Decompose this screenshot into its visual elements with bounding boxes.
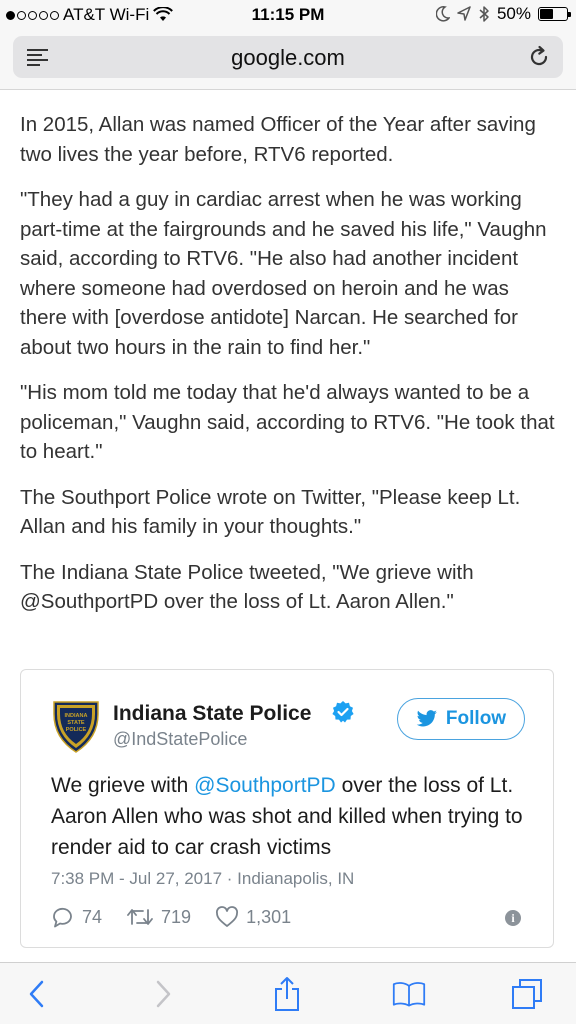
tabs-button[interactable] — [510, 977, 544, 1011]
tweet-mention-link[interactable]: @SouthportPD — [194, 774, 336, 797]
svg-text:STATE: STATE — [67, 720, 85, 726]
location-icon — [457, 6, 471, 21]
forward-icon — [156, 980, 171, 1008]
reload-icon[interactable] — [527, 45, 551, 69]
reply-action[interactable]: 74 — [51, 906, 102, 928]
tweet-author-name[interactable]: Indiana State Police — [113, 702, 311, 726]
status-bar: AT&T Wi-Fi 11:15 PM 50% — [0, 0, 576, 30]
share-icon — [275, 977, 299, 1011]
battery-icon — [538, 7, 571, 21]
article-paragraph: "His mom told me today that he'd always … — [20, 381, 555, 463]
tweet-actions: 74 719 1,301 — [51, 906, 315, 928]
info-icon[interactable]: i — [505, 910, 521, 926]
retweet-action[interactable]: 719 — [126, 907, 191, 928]
tweet-timestamp[interactable]: 7:38 PM - Jul 27, 2017 · Indianapolis, I… — [51, 869, 354, 889]
article-paragraph: "They had a guy in cardiac arrest when h… — [20, 188, 547, 359]
tweet-text: We grieve with @SouthportPD over the los… — [51, 770, 531, 863]
svg-text:POLICE: POLICE — [66, 727, 87, 733]
twitter-bird-icon — [416, 710, 437, 727]
back-icon — [29, 980, 44, 1008]
tweet-author-handle[interactable]: @IndStatePolice — [113, 729, 247, 750]
article-paragraph: The Southport Police wrote on Twitter, "… — [20, 485, 521, 539]
retweet-icon — [127, 909, 153, 925]
reply-count: 74 — [82, 906, 103, 927]
bookmarks-button[interactable] — [392, 977, 426, 1011]
bookmarks-icon — [392, 982, 426, 1007]
like-count: 1,301 — [246, 906, 292, 927]
status-right-group: 50% — [435, 4, 571, 24]
tweet-text-start: We grieve with — [51, 774, 195, 797]
article-paragraph: In 2015, Allan was named Officer of the … — [20, 113, 536, 166]
forward-button[interactable] — [146, 977, 180, 1011]
reply-icon — [53, 907, 72, 928]
verified-badge-icon — [332, 701, 354, 723]
address-bar[interactable]: google.com — [13, 36, 563, 78]
moon-icon — [435, 6, 450, 22]
share-button[interactable] — [270, 977, 304, 1011]
article-body: In 2015, Allan was named Officer of the … — [20, 110, 560, 633]
article-paragraph: The Indiana State Police tweeted, "We gr… — [20, 560, 474, 614]
browser-header: google.com — [0, 30, 576, 90]
battery-percent: 50% — [496, 4, 531, 23]
retweet-count: 719 — [161, 906, 192, 927]
follow-button[interactable]: Follow — [397, 698, 525, 740]
back-button[interactable] — [20, 977, 54, 1011]
like-action[interactable]: 1,301 — [215, 906, 291, 928]
bluetooth-icon — [479, 6, 489, 22]
tabs-icon — [512, 979, 542, 1009]
heart-icon — [216, 906, 239, 927]
svg-text:INDIANA: INDIANA — [65, 713, 88, 719]
url-text[interactable]: google.com — [13, 45, 563, 71]
follow-label: Follow — [445, 708, 507, 729]
indiana-state-police-logo: INDIANA STATE POLICE — [53, 701, 99, 753]
bottom-toolbar — [0, 962, 576, 1024]
embedded-tweet[interactable]: INDIANA STATE POLICE Indiana State Polic… — [20, 669, 554, 948]
